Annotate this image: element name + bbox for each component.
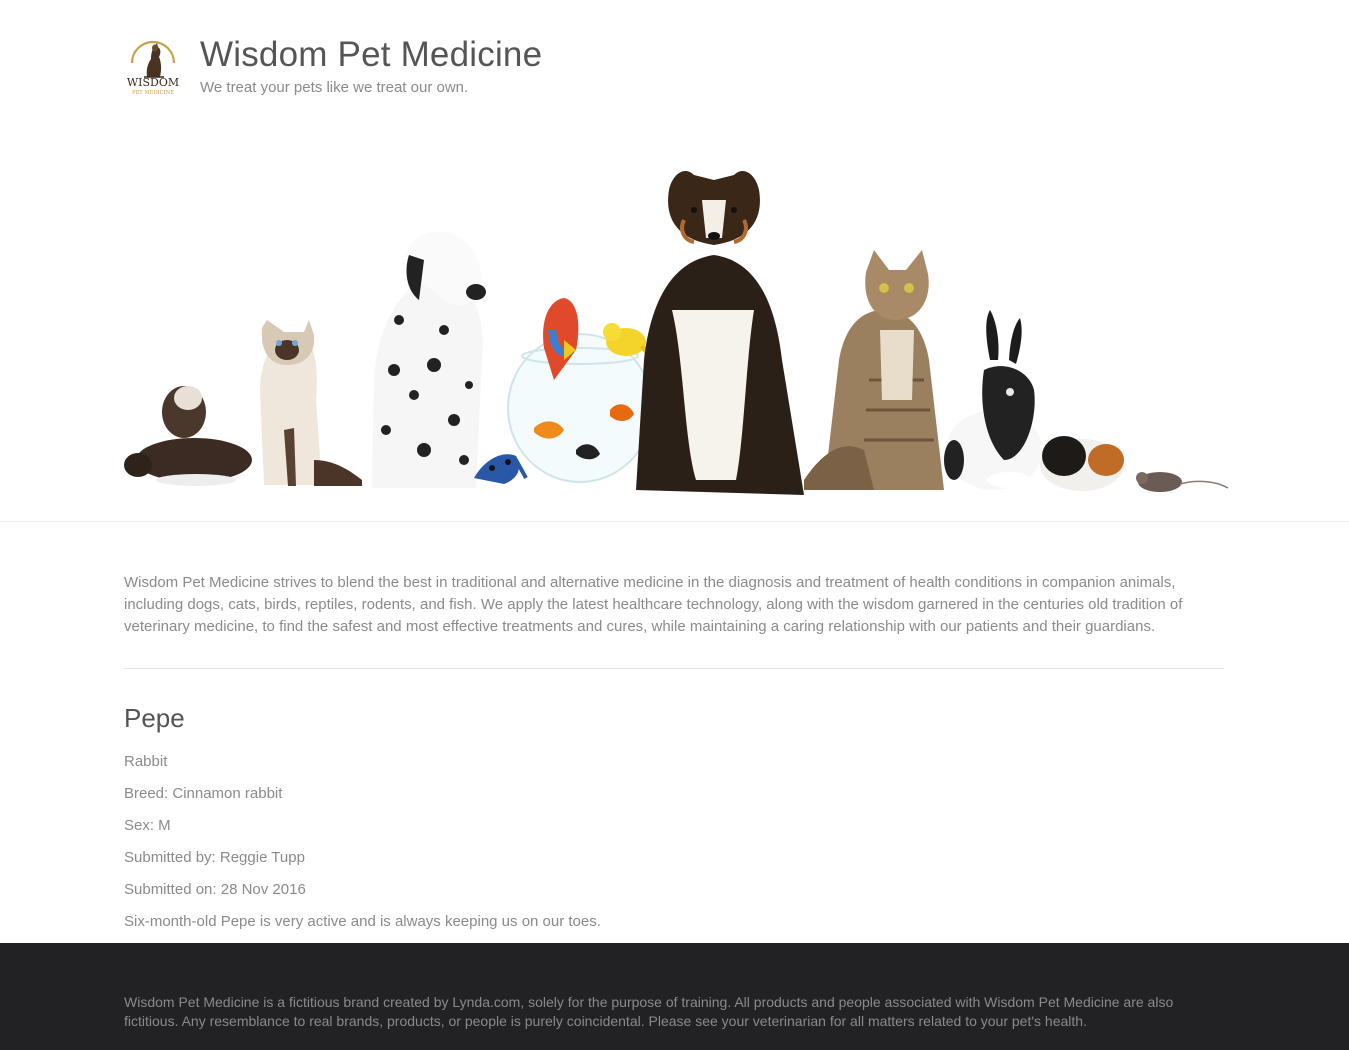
tabby-cat-image (804, 250, 944, 490)
hero-divider (0, 521, 1349, 522)
mouse-image (1136, 472, 1229, 492)
site-title[interactable]: Wisdom Pet Medicine (200, 35, 542, 75)
pet-profile: Pepe Rabbit Breed: Cinnamon rabbit Sex: … (124, 702, 1224, 944)
dalmatian-image (372, 231, 486, 488)
pet-submitted-on: Submitted on: 28 Nov 2016 (124, 881, 306, 898)
collie-dog-image (636, 170, 804, 495)
logo-wordmark: WISDOM (127, 76, 179, 89)
logo-subtext: PET MEDICINE (132, 90, 174, 96)
pet-breed: Breed: Cinnamon rabbit (124, 785, 283, 802)
ferret-image (124, 386, 252, 486)
pet-sex: Sex: M (124, 817, 171, 834)
rabbit-image (944, 310, 1042, 490)
pet-species: Rabbit (124, 753, 168, 770)
hero-banner-pets-image (124, 170, 1229, 495)
site-header: WISDOM PET MEDICINE Wisdom Pet Medicine … (124, 33, 1224, 103)
pet-description: Six-month-old Pepe is very active and is… (124, 913, 601, 930)
guinea-pig-image (1040, 436, 1124, 491)
site-footer: Wisdom Pet Medicine is a fictitious bran… (0, 943, 1349, 1050)
poison-frog-image (474, 454, 528, 484)
fishbowl-image (507, 333, 653, 483)
footer-disclaimer: Wisdom Pet Medicine is a fictitious bran… (124, 994, 1174, 1029)
site-tagline: We treat your pets like we treat our own… (200, 79, 469, 96)
section-divider (124, 668, 1224, 669)
intro-paragraph: Wisdom Pet Medicine strives to blend the… (124, 574, 1183, 635)
siamese-cat-image (260, 320, 362, 486)
pet-submitted-by: Submitted by: Reggie Tupp (124, 849, 305, 866)
wisdom-logo[interactable]: WISDOM PET MEDICINE (124, 33, 182, 97)
pet-name: Pepe (124, 703, 185, 733)
